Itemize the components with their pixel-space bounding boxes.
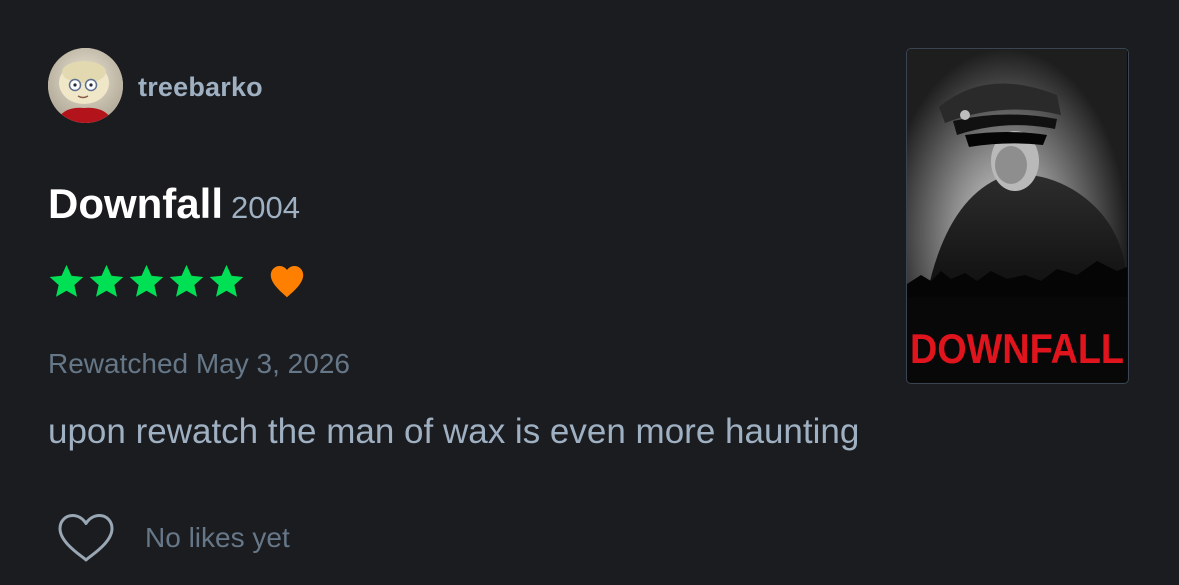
- star-icon: [169, 264, 204, 297]
- film-year-link[interactable]: 2004: [231, 190, 300, 225]
- rating: [48, 261, 306, 301]
- heart-outline-icon[interactable]: [56, 512, 116, 564]
- watch-date: Rewatched May 3, 2026: [48, 348, 350, 379]
- star-icon: [49, 264, 84, 297]
- film-heading: Downfall 2004: [48, 180, 300, 228]
- avatar-image: [48, 48, 123, 123]
- heart-icon: [270, 266, 304, 298]
- star-icon: [209, 264, 244, 297]
- star-icon: [129, 264, 164, 297]
- film-poster[interactable]: DOWNFALL: [906, 48, 1129, 384]
- likes-row: No likes yet: [56, 510, 290, 566]
- film-title-link[interactable]: Downfall: [48, 180, 223, 227]
- username-link[interactable]: treebarko: [138, 72, 263, 103]
- review-body: upon rewatch the man of wax is even more…: [48, 412, 860, 451]
- star-icon: [89, 264, 124, 297]
- avatar[interactable]: [48, 48, 123, 123]
- poster-title: DOWNFALL: [910, 325, 1124, 372]
- poster-art: DOWNFALL: [907, 49, 1127, 382]
- likes-count-label: No likes yet: [145, 522, 290, 553]
